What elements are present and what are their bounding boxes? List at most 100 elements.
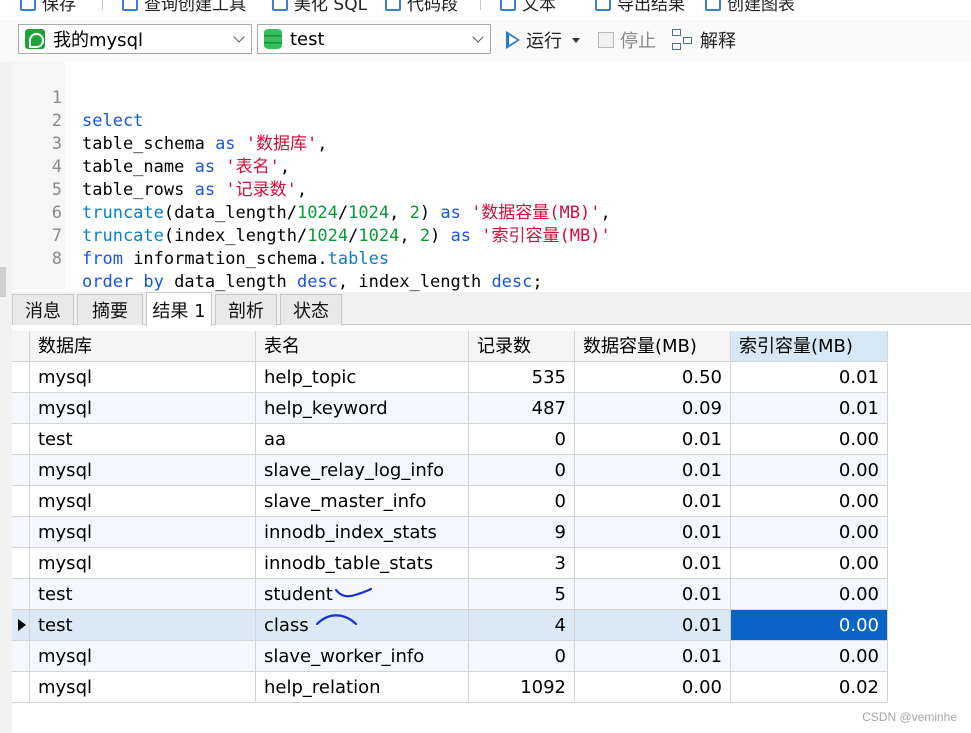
cell-data-size[interactable]: 0.01 [575, 486, 731, 517]
table-row[interactable]: test student 5 0.01 0.00 [12, 579, 888, 610]
table-row[interactable]: mysql help_relation 1092 0.00 0.02 [12, 672, 888, 703]
cell-table-name[interactable]: slave_master_info [256, 486, 469, 517]
cell-schema[interactable]: mysql [30, 517, 256, 548]
cell-index-size[interactable]: 0.02 [731, 672, 888, 703]
cell-table-name[interactable]: innodb_table_stats [256, 548, 469, 579]
cell-schema[interactable]: mysql [30, 455, 256, 486]
connection-select[interactable]: 我的mysql [18, 24, 252, 54]
cell-data-size[interactable]: 0.00 [575, 672, 731, 703]
cell-data-size[interactable]: 0.01 [575, 455, 731, 486]
column-header-schema[interactable]: 数据库 [30, 331, 256, 362]
cell-data-size[interactable]: 0.01 [575, 548, 731, 579]
row-indicator[interactable] [12, 486, 30, 517]
chevron-down-icon[interactable] [227, 25, 251, 53]
column-header-table-name[interactable]: 表名 [256, 331, 469, 362]
cell-schema[interactable]: test [30, 610, 256, 641]
table-row[interactable]: test class 4 0.01 0.00 [12, 610, 888, 641]
chevron-down-icon[interactable] [466, 25, 490, 53]
cell-data-size[interactable]: 0.01 [575, 517, 731, 548]
row-indicator[interactable] [12, 424, 30, 455]
cell-index-size[interactable]: 0.00 [731, 548, 888, 579]
cell-rows[interactable]: 0 [469, 486, 575, 517]
cell-schema[interactable]: test [30, 424, 256, 455]
table-row[interactable]: mysql slave_master_info 0 0.01 0.00 [12, 486, 888, 517]
row-indicator[interactable] [12, 362, 30, 393]
row-indicator[interactable] [12, 548, 30, 579]
run-button[interactable]: 运行 [506, 26, 580, 54]
cell-table-name[interactable]: help_topic [256, 362, 469, 393]
row-indicator[interactable] [12, 672, 30, 703]
cell-rows[interactable]: 535 [469, 362, 575, 393]
cell-data-size[interactable]: 0.50 [575, 362, 731, 393]
tab-profile[interactable]: 剖析 [215, 294, 277, 325]
run-dropdown-icon[interactable] [572, 37, 580, 43]
cell-schema[interactable]: mysql [30, 362, 256, 393]
cell-table-name[interactable]: slave_worker_info [256, 641, 469, 672]
row-indicator[interactable] [12, 517, 30, 548]
create-chart-button[interactable]: 创建图表 [705, 0, 795, 15]
cell-index-size[interactable]: 0.00 [731, 579, 888, 610]
cell-index-size[interactable]: 0.00 [731, 455, 888, 486]
table-row[interactable]: mysql innodb_table_stats 3 0.01 0.00 [12, 548, 888, 579]
cell-data-size[interactable]: 0.01 [575, 610, 731, 641]
column-header-data-size[interactable]: 数据容量(MB) [575, 331, 731, 362]
snippet-button[interactable]: 代码段 [385, 0, 458, 15]
cell-table-name[interactable]: innodb_index_stats [256, 517, 469, 548]
cell-rows[interactable]: 487 [469, 393, 575, 424]
database-select[interactable]: test [257, 24, 491, 54]
query-builder-button[interactable]: 查询创建工具 [122, 0, 246, 15]
cell-rows[interactable]: 1092 [469, 672, 575, 703]
cell-index-size[interactable]: 0.00 [731, 610, 888, 641]
tab-result-1[interactable]: 结果 1 [146, 292, 212, 326]
tab-messages[interactable]: 消息 [12, 294, 74, 325]
stop-button[interactable]: 停止 [598, 26, 656, 54]
table-row[interactable]: mysql slave_worker_info 0 0.01 0.00 [12, 641, 888, 672]
cell-table-name[interactable]: slave_relay_log_info [256, 455, 469, 486]
cell-index-size[interactable]: 0.00 [731, 641, 888, 672]
cell-table-name[interactable]: aa [256, 424, 469, 455]
cell-index-size[interactable]: 0.00 [731, 424, 888, 455]
save-button[interactable]: 保存 [20, 0, 76, 15]
table-row[interactable]: mysql help_topic 535 0.50 0.01 [12, 362, 888, 393]
cell-schema[interactable]: mysql [30, 641, 256, 672]
table-row[interactable]: mysql help_keyword 487 0.09 0.01 [12, 393, 888, 424]
cell-index-size[interactable]: 0.00 [731, 517, 888, 548]
cell-rows[interactable]: 0 [469, 424, 575, 455]
explain-button[interactable]: 解释 [672, 26, 736, 54]
table-row[interactable]: mysql innodb_index_stats 9 0.01 0.00 [12, 517, 888, 548]
cell-index-size[interactable]: 0.01 [731, 393, 888, 424]
cell-index-size[interactable]: 0.00 [731, 486, 888, 517]
cell-data-size[interactable]: 0.09 [575, 393, 731, 424]
table-row[interactable]: test aa 0 0.01 0.00 [12, 424, 888, 455]
cell-table-name[interactable]: help_relation [256, 672, 469, 703]
cell-rows[interactable]: 3 [469, 548, 575, 579]
current-row-indicator-icon[interactable] [12, 610, 30, 641]
cell-data-size[interactable]: 0.01 [575, 579, 731, 610]
cell-data-size[interactable]: 0.01 [575, 641, 731, 672]
column-header-rows[interactable]: 记录数 [469, 331, 575, 362]
cell-schema[interactable]: mysql [30, 672, 256, 703]
row-indicator[interactable] [12, 455, 30, 486]
cell-rows[interactable]: 0 [469, 641, 575, 672]
export-result-button[interactable]: 导出结果 [595, 0, 685, 15]
tab-status[interactable]: 状态 [280, 294, 342, 325]
cell-table-name[interactable]: help_keyword [256, 393, 469, 424]
table-row[interactable]: mysql slave_relay_log_info 0 0.01 0.00 [12, 455, 888, 486]
cell-schema[interactable]: test [30, 579, 256, 610]
cell-index-size[interactable]: 0.01 [731, 362, 888, 393]
cell-rows[interactable]: 5 [469, 579, 575, 610]
beautify-sql-button[interactable]: 美化 SQL [272, 0, 367, 15]
row-indicator[interactable] [12, 641, 30, 672]
cell-rows[interactable]: 0 [469, 455, 575, 486]
cell-rows[interactable]: 9 [469, 517, 575, 548]
text-button[interactable]: 文本 [500, 0, 556, 15]
row-indicator[interactable] [12, 579, 30, 610]
cell-schema[interactable]: mysql [30, 548, 256, 579]
sql-editor[interactable]: 1 select 2 table_schema as '数据库', 3 tabl… [12, 62, 971, 292]
tab-summary[interactable]: 摘要 [77, 294, 143, 325]
cell-rows[interactable]: 4 [469, 610, 575, 641]
column-header-index-size[interactable]: 索引容量(MB) [731, 331, 888, 362]
cell-schema[interactable]: mysql [30, 486, 256, 517]
cell-schema[interactable]: mysql [30, 393, 256, 424]
cell-data-size[interactable]: 0.01 [575, 424, 731, 455]
